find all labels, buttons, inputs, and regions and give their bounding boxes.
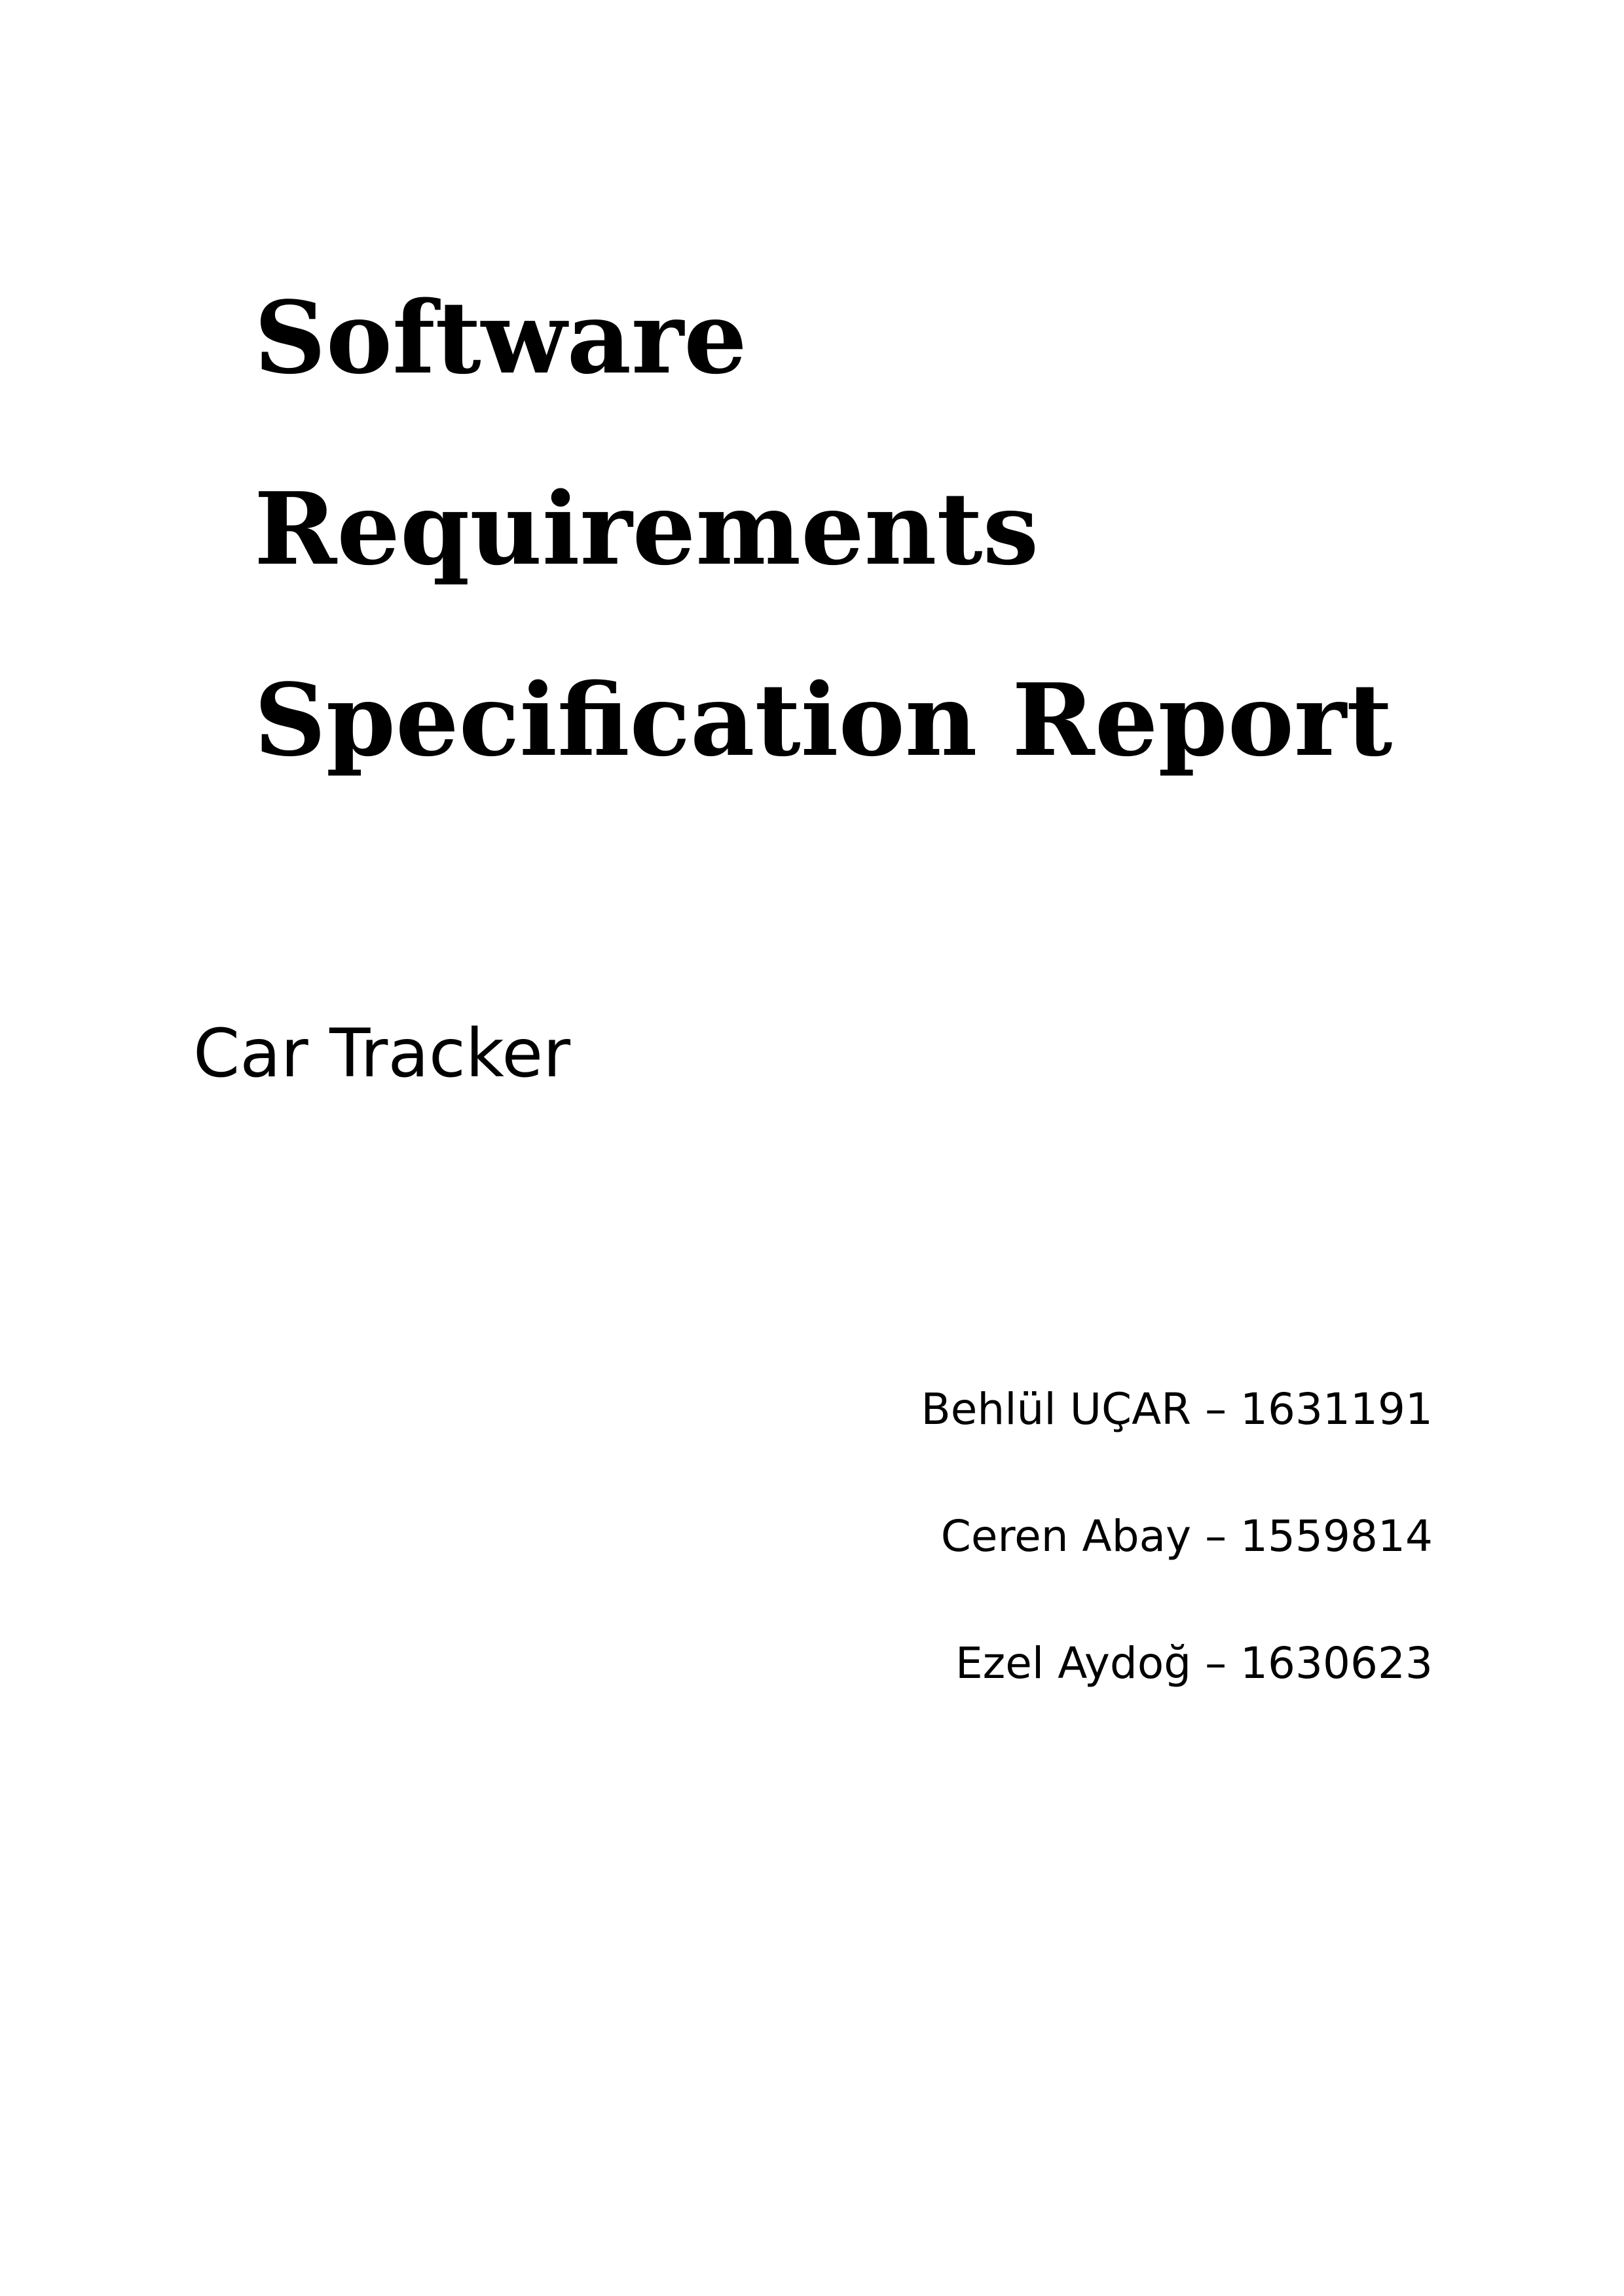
title-line-3: Specification Report [254,661,1393,778]
project-name: Car Tracker [193,1015,571,1093]
title-line-1: Software [254,279,747,396]
document-page: Software Requirements Specification Repo… [0,0,1624,2296]
title-line-2: Requirements [254,470,1039,587]
author-entry: Ezel Aydoğ – 1630623 [955,1638,1433,1688]
author-list: Behlül UÇAR – 1631191 Ceren Abay – 15598… [921,1346,1433,1727]
author-entry: Ceren Abay – 1559814 [940,1511,1433,1561]
report-title: Software Requirements Specification Repo… [254,242,1564,816]
author-entry: Behlül UÇAR – 1631191 [921,1384,1433,1434]
